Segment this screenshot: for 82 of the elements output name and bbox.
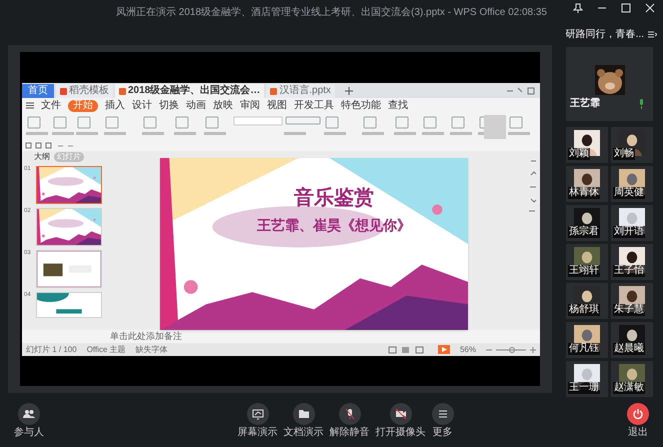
add-tab-icon[interactable] <box>344 87 353 95</box>
document-icon <box>119 88 126 94</box>
slide-title: 音乐鉴赏 <box>294 188 374 208</box>
participant-name: 刘开语 <box>613 226 645 238</box>
menu-tab[interactable]: 切换 <box>159 100 179 112</box>
participant-tile[interactable]: 刘颖 <box>566 127 608 163</box>
participant-tile[interactable]: 林青休 <box>566 166 608 202</box>
participant-tile[interactable]: 王翊轩 <box>566 244 608 280</box>
document-tab[interactable]: 2018级金融学、出国交流会… <box>115 84 264 98</box>
menu-tab[interactable]: 动画 <box>186 100 206 112</box>
participant-name: 刘畅 <box>613 148 635 160</box>
maximize-icon[interactable] <box>621 3 631 13</box>
participant-name: 杨舒琪 <box>568 304 600 316</box>
document-tab[interactable]: 稻壳模板 <box>56 84 113 98</box>
menu-tab[interactable]: 插入 <box>105 100 125 112</box>
participant-name: 林青休 <box>568 187 600 199</box>
slide-subtitle: 王艺霏、崔昊《想见你》 <box>257 218 411 232</box>
participant-name: 王翊轩 <box>568 265 600 277</box>
participant-name: 周英健 <box>613 187 645 199</box>
folder-icon <box>298 408 310 420</box>
participant-tile[interactable]: 杨舒琪 <box>566 283 608 319</box>
status-text: Office 主题 <box>86 346 126 354</box>
meeting-name: 研路同行，青春... <box>566 28 644 42</box>
close-icon[interactable] <box>645 3 655 13</box>
slide-thumbnail[interactable] <box>36 208 102 246</box>
document-tab[interactable]: 首页 <box>22 84 54 98</box>
document-icon <box>270 88 278 94</box>
participant-name: 刘颖 <box>568 148 590 160</box>
menu-icon <box>436 408 448 420</box>
control-button[interactable]: 解除静音 <box>330 403 370 438</box>
menu-tab[interactable]: 审阅 <box>240 100 260 112</box>
participant-name: 赵晨曦 <box>613 343 645 355</box>
menu-tab[interactable]: 文件 <box>41 100 61 112</box>
menu-tab[interactable]: 设计 <box>132 100 152 112</box>
list-icon[interactable] <box>648 30 657 38</box>
zoom-slider-drawing[interactable] <box>486 346 536 354</box>
participant-name: 赵潇敏 <box>613 382 645 394</box>
menu-icon[interactable] <box>26 102 34 109</box>
speaker-name: 王艺霏 <box>570 99 600 109</box>
menu-tab[interactable]: 开发工具 <box>294 100 334 112</box>
slide-thumbnail[interactable] <box>36 166 102 204</box>
status-text: 幻灯片 1 / 100 <box>26 346 77 354</box>
participant-name: 何凡钰 <box>568 343 600 355</box>
play-icon[interactable] <box>438 345 450 354</box>
document-icon <box>60 88 67 94</box>
participant-tile[interactable]: 周英健 <box>611 166 653 202</box>
screen-share-icon <box>252 408 264 420</box>
participant-name: 孫宗君 <box>568 226 600 238</box>
status-text: 缺失字体 <box>136 346 168 354</box>
power-icon <box>632 408 644 420</box>
participant-tile[interactable]: 王子怡 <box>611 244 653 280</box>
participant-tile[interactable]: 何凡钰 <box>566 322 608 358</box>
menu-tab[interactable]: 查找 <box>388 100 408 112</box>
pin-icon[interactable] <box>573 3 583 13</box>
slide-thumbnail[interactable] <box>36 250 102 288</box>
control-button[interactable]: 文档演示 <box>284 403 324 438</box>
document-tab[interactable]: 汉语言.pptx <box>266 84 335 98</box>
menu-tab[interactable]: 特色功能 <box>341 100 381 112</box>
window-controls-icon[interactable] <box>506 87 536 95</box>
participant-tile[interactable]: 刘畅 <box>611 127 653 163</box>
control-button[interactable]: 屏幕演示 <box>238 403 278 438</box>
slide-thumbnail[interactable] <box>36 292 102 318</box>
participant-tile[interactable]: 王一珊 <box>566 361 608 397</box>
notes-placeholder[interactable]: 单击此处添加备注 <box>110 332 182 341</box>
menu-tab[interactable]: 放映 <box>213 100 233 112</box>
camera-off-icon <box>394 408 406 420</box>
participant-name: 王一珊 <box>568 382 600 394</box>
control-button[interactable]: 打开摄像头 <box>376 403 426 438</box>
control-button[interactable]: 参与人 <box>14 403 44 438</box>
participant-tile[interactable]: 赵晨曦 <box>611 322 653 358</box>
window-title: 凤洲正在演示 2018级金融学、酒店管理专业线上考研、出国交流会(3).pptx - WPS Office 02:08:35 <box>116 6 547 20</box>
participant-name: 王子怡 <box>613 265 645 277</box>
participant-tile[interactable]: 赵潇敏 <box>611 361 653 397</box>
panel-tab[interactable]: 大纲 <box>34 153 50 161</box>
participant-tile[interactable]: 孫宗君 <box>566 205 608 241</box>
participant-name: 朱子慧 <box>613 304 645 316</box>
participant-tile[interactable]: 刘开语 <box>611 205 653 241</box>
microphone-muted-icon <box>344 408 356 420</box>
people-icon <box>23 408 35 420</box>
menu-tab[interactable]: 视图 <box>267 100 287 112</box>
participant-tile[interactable]: 朱子慧 <box>611 283 653 319</box>
zoom-level[interactable]: 56% <box>460 346 476 354</box>
